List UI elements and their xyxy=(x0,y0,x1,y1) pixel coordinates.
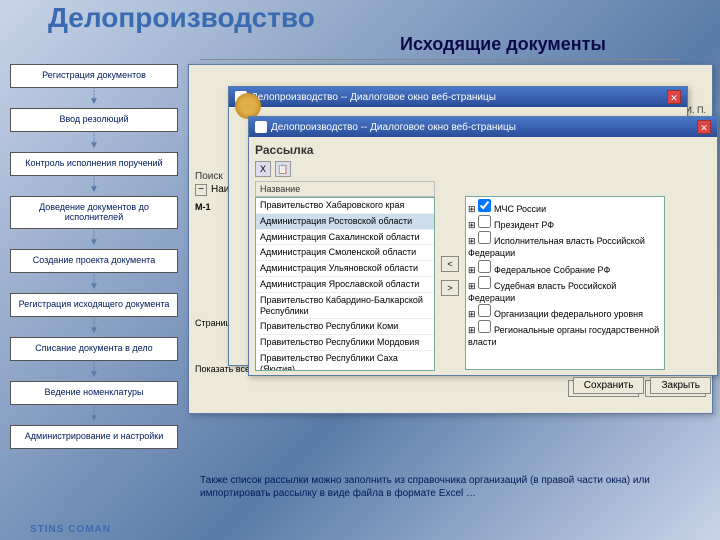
arrow-down-icon: ┊▼ xyxy=(10,178,178,194)
expand-icon[interactable]: ⊞ xyxy=(468,281,478,291)
expand-icon[interactable]: − xyxy=(195,184,207,196)
sidebar-item-control[interactable]: Контроль исполнения поручений xyxy=(10,152,178,176)
list-item[interactable]: Правительство Хабаровского края xyxy=(256,198,434,214)
expand-icon[interactable]: ⊞ xyxy=(468,236,478,246)
sidebar-item-deliver[interactable]: Доведение документов до исполнителей xyxy=(10,196,178,230)
close-icon[interactable]: ✕ xyxy=(697,120,711,134)
paste-icon[interactable]: 📋 xyxy=(275,161,291,177)
tree-item[interactable]: ⊞ Исполнительная власть Российской Федер… xyxy=(468,231,662,259)
sidebar-item-nomenclature[interactable]: Ведение номенклатуры xyxy=(10,381,178,405)
tree-item[interactable]: ⊞ Региональные органы государственной вл… xyxy=(468,320,662,348)
arrow-down-icon: ┊▼ xyxy=(10,231,178,247)
tree-item[interactable]: ⊞ МЧС России xyxy=(468,199,662,215)
arrow-down-icon: ┊▼ xyxy=(10,319,178,335)
list-item[interactable]: Администрация Ярославской области xyxy=(256,277,434,293)
app-icon xyxy=(255,121,267,133)
sidebar-item-register-docs[interactable]: Регистрация документов xyxy=(10,64,178,88)
list-item[interactable]: Правительство Республики Саха (Якутия) xyxy=(256,351,434,371)
save-button[interactable]: Сохранить xyxy=(573,377,645,394)
expand-icon[interactable]: ⊞ xyxy=(468,265,478,275)
sidebar-item-create-project[interactable]: Создание проекта документа xyxy=(10,249,178,273)
dialog-title: Делопроизводство -- Диалоговое окно веб-… xyxy=(251,92,496,103)
tree-checkbox[interactable] xyxy=(478,276,491,289)
expand-icon[interactable]: ⊞ xyxy=(468,220,478,230)
list-item[interactable]: Администрация Ульяновской области xyxy=(256,261,434,277)
list-item[interactable]: Администрация Смоленской области xyxy=(256,245,434,261)
move-right-button[interactable]: > xyxy=(441,280,459,296)
tree-item[interactable]: ⊞ Президент РФ xyxy=(468,215,662,231)
arrow-down-icon: ┊▼ xyxy=(10,134,178,150)
expand-icon[interactable]: ⊞ xyxy=(468,309,478,319)
sidebar-item-admin[interactable]: Администрирование и настройки xyxy=(10,425,178,449)
expand-icon[interactable]: ⊞ xyxy=(468,204,478,214)
sidebar-item-register-outgoing[interactable]: Регистрация исходящего документа xyxy=(10,293,178,317)
dialog-mailing-list: Делопроизводство -- Диалоговое окно веб-… xyxy=(248,116,718,376)
dialog-title-front: Делопроизводство -- Диалоговое окно веб-… xyxy=(271,122,516,133)
arrow-down-icon: ┊▼ xyxy=(10,407,178,423)
arrow-down-icon: ┊▼ xyxy=(10,90,178,106)
caption-text: Также список рассылки можно заполнить из… xyxy=(0,464,720,500)
sidebar: Регистрация документов ┊▼ Ввод резолюций… xyxy=(10,64,178,464)
footer-logo: STINS COMAN xyxy=(30,524,111,535)
org-listbox[interactable]: Правительство Хабаровского краяАдминистр… xyxy=(255,197,435,371)
list-item[interactable]: Правительство Республики Мордовия xyxy=(256,335,434,351)
list-item[interactable]: Администрация Сахалинской области xyxy=(256,230,434,246)
tree-item[interactable]: ⊞ Судебная власть Российской Федерации xyxy=(468,276,662,304)
tree-checkbox[interactable] xyxy=(478,320,491,333)
sidebar-item-resolutions[interactable]: Ввод резолюций xyxy=(10,108,178,132)
list-item[interactable]: Правительство Кабардино-Балкарской Респу… xyxy=(256,293,434,320)
column-header-name: Название xyxy=(255,181,435,197)
list-item[interactable]: Администрация Ростовской области xyxy=(256,214,434,230)
expand-icon[interactable]: ⊞ xyxy=(468,325,478,335)
page-title: Делопроизводство xyxy=(0,0,720,34)
tree-checkbox[interactable] xyxy=(478,231,491,244)
tree-checkbox[interactable] xyxy=(478,260,491,273)
mailing-heading: Рассылка xyxy=(255,143,711,157)
arrow-down-icon: ┊▼ xyxy=(10,275,178,291)
excel-import-icon[interactable]: X xyxy=(255,161,271,177)
sidebar-item-filing[interactable]: Списание документа в дело xyxy=(10,337,178,361)
tree-item[interactable]: ⊞ Организации федерального уровня xyxy=(468,304,662,320)
tree-item[interactable]: ⊞ Федеральное Собрание РФ xyxy=(468,260,662,276)
move-left-button[interactable]: < xyxy=(441,256,459,272)
close-icon[interactable]: ✕ xyxy=(667,90,681,104)
list-item[interactable]: Правительство Республики Коми xyxy=(256,319,434,335)
page-subtitle: Исходящие документы xyxy=(200,34,680,60)
tree-checkbox[interactable] xyxy=(478,199,491,212)
arrow-down-icon: ┊▼ xyxy=(10,363,178,379)
tree-checkbox[interactable] xyxy=(478,215,491,228)
reference-tree[interactable]: ⊞ МЧС России⊞ Президент РФ⊞ Исполнительн… xyxy=(465,196,665,370)
tree-checkbox[interactable] xyxy=(478,304,491,317)
close-button[interactable]: Закрыть xyxy=(650,377,711,394)
